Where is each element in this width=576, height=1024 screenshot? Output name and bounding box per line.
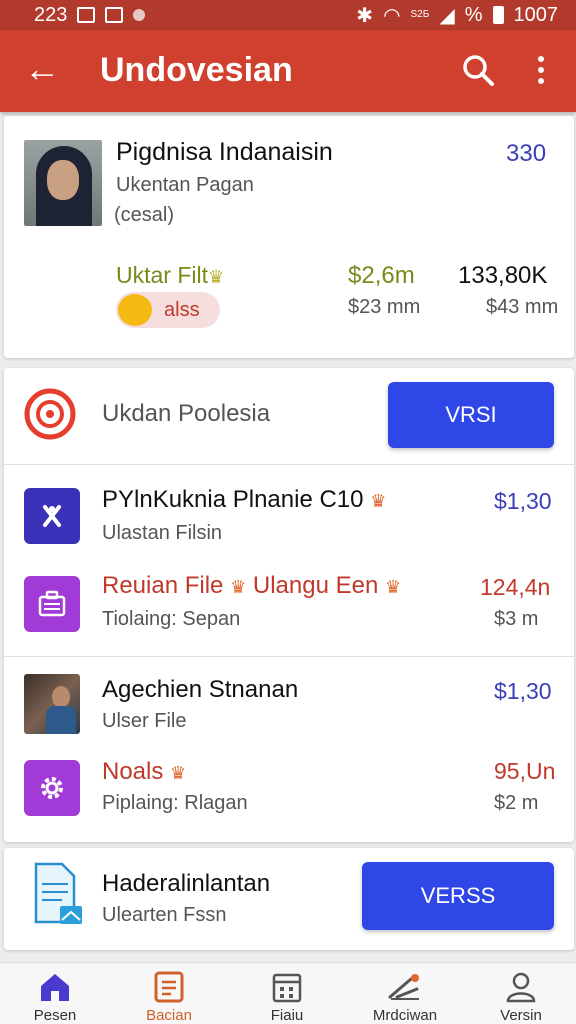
bottom-navigation: Pesen Bacian Fiaiu Mrdciwan Versin [0, 962, 576, 1024]
back-arrow-icon[interactable]: ← [22, 48, 62, 92]
thumbnail-image [24, 674, 80, 734]
nav-item-calendar[interactable]: Fiaiu [232, 963, 342, 1024]
list-item-title: Noals [102, 758, 164, 785]
section-title: Ukdan Poolesia [102, 400, 271, 427]
tools-icon [387, 971, 423, 1003]
wifi-icon: ◠ [383, 4, 401, 27]
list-item-value-sub: $2 m [494, 792, 539, 814]
avatar [24, 140, 102, 226]
list-item-value: 124,4n [480, 574, 551, 600]
home-icon [37, 971, 73, 1003]
list-card: Ukdan Poolesia VRSI PYlnKuknia Plnanie C… [4, 368, 574, 842]
divider [4, 656, 574, 657]
nav-label: Pesen [33, 1007, 77, 1024]
nav-label: Bacian [146, 1007, 192, 1024]
status-toggle[interactable]: alss [116, 292, 220, 328]
nav-item-profile[interactable]: Versin [466, 963, 576, 1024]
list-item-icon [24, 488, 80, 544]
list-item[interactable]: Noals ♛ [102, 758, 186, 786]
battery-icon [492, 6, 504, 24]
bluetooth-icon: ✱ [356, 4, 374, 27]
flame-icon: ♛ [370, 491, 387, 511]
status-bar: 223 ✱ ◠ S2Б ◢ % 1007 [0, 0, 576, 30]
profile-name: Pigdnisa Indanaisin [116, 138, 333, 166]
list-item-title: PYlnKuknia Plnanie C10 [102, 486, 364, 513]
calendar-icon [269, 971, 305, 1003]
list-item-value: $1,30 [494, 678, 552, 704]
page-title: Undovesian [100, 51, 293, 89]
list-item-subtitle: Tiolaing: Sepan [102, 608, 241, 630]
settings-gear-icon [24, 760, 80, 816]
file-card-button[interactable]: VERSS [362, 862, 554, 930]
profile-label: Uktar Filt [116, 262, 208, 288]
flame-icon: ♛ [170, 763, 187, 783]
list-item-title: Reuian File [102, 572, 224, 599]
list-item-title-secondary: Ulangu Een [252, 572, 379, 599]
profile-count: 330 [506, 140, 547, 167]
signal-label: S2Б [410, 9, 430, 20]
amount-secondary-sub: $43 mm [486, 296, 559, 318]
list-item-subtitle: Ulser File [102, 710, 187, 732]
nav-item-home[interactable]: Pesen [0, 963, 110, 1024]
profile-icon [503, 971, 539, 1003]
list-item-value: $1,30 [494, 488, 552, 514]
search-icon[interactable] [460, 52, 496, 88]
profile-subtitle: Ukentan Pagan [116, 174, 254, 196]
section-action-button[interactable]: VRSI [388, 382, 554, 448]
list-item[interactable]: Reuian File ♛ Ulangu Een ♛ [102, 572, 401, 600]
profile-note: (cesal) [114, 204, 175, 226]
amount-primary-sub: $23 mm [348, 296, 421, 318]
notification-icon [77, 7, 96, 23]
list-item-value-sub: $3 m [494, 608, 539, 630]
toggle-label: alss [164, 299, 200, 321]
nav-label: Mrdciwan [372, 1007, 438, 1024]
document-file-icon [30, 860, 86, 932]
image-icon [105, 7, 124, 23]
app-bar: ← Undovesian [0, 30, 576, 112]
more-menu-icon[interactable] [526, 52, 556, 88]
target-logo-icon [24, 388, 76, 440]
divider [4, 464, 574, 465]
app-dot-icon [133, 9, 146, 21]
status-clock: 1007 [513, 3, 559, 26]
file-card-title: Haderalinlantan [102, 870, 271, 897]
status-time: 223 [34, 3, 68, 26]
nav-item-document[interactable]: Bacian [114, 963, 224, 1024]
list-item[interactable]: PYlnKuknia Plnanie C10 ♛ [102, 486, 386, 514]
flame-icon: ♛ [385, 577, 402, 597]
nav-label: Fiaiu [270, 1007, 304, 1024]
amount-secondary: 133,80K [458, 262, 548, 289]
list-item-subtitle: Ulastan Filsin [102, 522, 223, 544]
list-item-title[interactable]: Agechien Stnanan [102, 676, 298, 704]
document-icon [151, 971, 187, 1003]
list-item-value: 95,Un [494, 758, 556, 784]
file-card-subtitle: Ulearten Fssn [102, 904, 227, 926]
toggle-knob [118, 294, 152, 326]
flame-icon: ♛ [230, 577, 247, 597]
battery-percent: % [464, 3, 483, 26]
nav-item-tools[interactable]: Mrdciwan [350, 963, 460, 1024]
list-item-subtitle: Piplaing: Rlagan [102, 792, 248, 814]
profile-card[interactable]: Pigdnisa Indanaisin 330 Ukentan Pagan (c… [4, 116, 574, 358]
briefcase-icon [24, 576, 80, 632]
nav-label: Versin [500, 1007, 542, 1024]
amount-primary: $2,6m [348, 262, 415, 289]
crown-icon: ♛ [208, 267, 225, 287]
cellular-signal-icon: ◢ [439, 4, 455, 27]
file-card[interactable]: Haderalinlantan Ulearten Fssn VERSS [4, 848, 574, 950]
